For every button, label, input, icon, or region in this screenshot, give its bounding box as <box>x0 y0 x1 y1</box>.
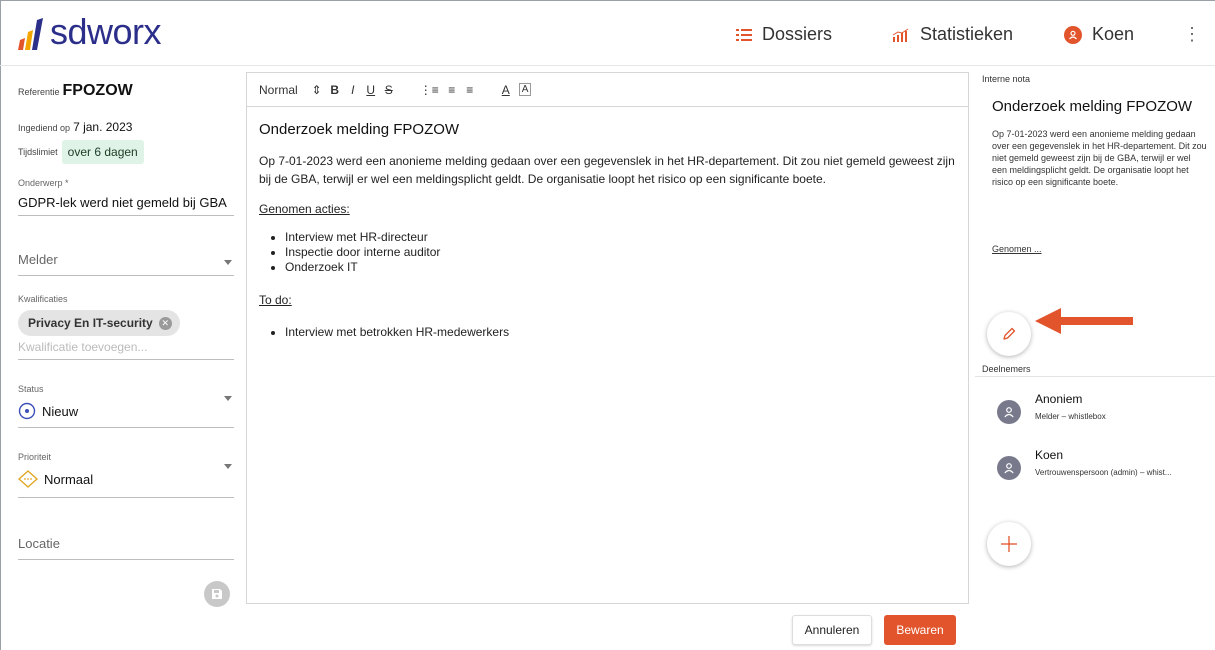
nav-dossiers-label: Dossiers <box>762 24 833 44</box>
reference-value: FPOZOW <box>62 82 133 99</box>
user-avatar-icon <box>1064 25 1082 44</box>
remove-tag-icon[interactable]: ✕ <box>158 316 172 330</box>
sidebar-panel: Interne nota Onderzoek melding FPOZOW Op… <box>975 66 1215 650</box>
participant-item[interactable]: Anoniem Melder – whistlebox <box>997 392 1106 424</box>
participant-item[interactable]: Koen Vertrouwenspersoon (admin) – whist.… <box>997 448 1172 480</box>
style-select[interactable]: Normal <box>259 83 298 97</box>
bold-button[interactable]: B <box>330 83 340 97</box>
status-value: Nieuw <box>42 403 79 419</box>
todo-list: Interview met betrokken HR-medewerkers <box>259 325 956 340</box>
status-select[interactable]: Status Nieuw <box>18 384 234 428</box>
arrow-left-icon <box>1035 308 1133 334</box>
qualification-input[interactable]: Kwalificatie toevoegen... <box>18 340 234 360</box>
subject-input[interactable]: GDPR-lek werd niet gemeld bij GBA <box>18 195 234 210</box>
submitted-label: Ingediend op <box>18 123 71 133</box>
pencil-icon <box>1003 327 1016 340</box>
align-button[interactable]: ≡ <box>465 83 475 97</box>
plus-icon <box>1001 536 1017 552</box>
underline-button[interactable]: U <box>366 83 376 97</box>
italic-button[interactable]: I <box>348 83 358 97</box>
reference-label: Referentie <box>18 87 60 97</box>
reporter-select[interactable]: Melder <box>18 252 234 276</box>
nav-dossiers[interactable]: Dossiers <box>736 24 832 45</box>
nav-statistieken-label: Statistieken <box>920 24 1014 44</box>
cancel-button[interactable]: Annuleren <box>792 615 872 645</box>
deadline: Tijdslimiet over 6 dagen <box>18 140 144 164</box>
edit-note-button[interactable] <box>987 312 1031 356</box>
qualifications-label: Kwalificaties <box>18 294 68 304</box>
editor-toolbar: Normal ⇕ B I U S ⋮≡ ≡ ≡ A A <box>247 73 968 107</box>
internal-note-label: Interne nota <box>982 74 1031 84</box>
list-item: Inspectie door interne auditor <box>285 245 956 260</box>
user-avatar-icon <box>997 456 1021 480</box>
todo-heading: To do: <box>259 293 292 307</box>
bullet-list-button[interactable]: ≡ <box>447 83 457 97</box>
document-title: Onderzoek melding FPOZOW <box>259 121 460 138</box>
add-participant-button[interactable] <box>987 522 1031 566</box>
actions-heading: Genomen acties: <box>259 202 350 216</box>
logo-text: sdworx <box>50 11 162 52</box>
reporter-label: Melder <box>18 252 58 267</box>
participant-name: Anoniem <box>1035 392 1083 406</box>
actions-list: Interview met HR-directeur Inspectie doo… <box>259 230 956 275</box>
participants-label: Deelnemers <box>982 364 1031 374</box>
divider <box>975 376 1215 377</box>
nav-user-label: Koen <box>1092 24 1135 44</box>
nav-statistieken[interactable]: Statistieken <box>892 24 1013 45</box>
more-menu-icon[interactable]: ⋮ <box>1183 24 1201 45</box>
list-item: Interview met betrokken HR-medewerkers <box>285 325 956 340</box>
ordered-list-button[interactable]: ⋮≡ <box>420 83 439 97</box>
nav-user[interactable]: Koen <box>1064 24 1134 45</box>
qualification-tag[interactable]: Privacy En IT-security ✕ <box>18 310 180 336</box>
chevron-down-icon[interactable] <box>224 464 232 469</box>
subject-field[interactable]: Onderwerp * GDPR-lek werd niet gemeld bi… <box>18 178 234 216</box>
participant-role: Melder – whistlebox <box>1035 412 1106 421</box>
rich-text-editor[interactable]: Normal ⇕ B I U S ⋮≡ ≡ ≡ A A Onderzoek me… <box>246 72 969 604</box>
reference: Referentie FPOZOW <box>18 82 133 100</box>
status-label: Status <box>18 384 44 394</box>
participant-role: Vertrouwenspersoon (admin) – whist... <box>1035 468 1172 477</box>
priority-select[interactable]: Prioriteit Normaal <box>18 452 234 498</box>
user-avatar-icon <box>997 400 1021 424</box>
location-field[interactable]: Locatie <box>18 536 234 560</box>
chevron-down-icon[interactable] <box>224 260 232 265</box>
editor-content[interactable]: Onderzoek melding FPOZOW Op 7-01-2023 we… <box>247 107 968 352</box>
internal-note-more-link[interactable]: Genomen ... <box>992 244 1042 254</box>
subject-label: Onderwerp * <box>18 178 69 188</box>
location-label: Locatie <box>18 536 60 551</box>
submitted-date: Ingediend op 7 jan. 2023 <box>18 120 132 134</box>
sdworx-logo[interactable]: sdworx <box>18 11 162 52</box>
qualification-tag-label: Privacy En IT-security <box>28 316 153 330</box>
internal-note-title: Onderzoek melding FPOZOW <box>992 98 1193 115</box>
list-icon <box>736 28 752 41</box>
chart-icon <box>892 28 909 42</box>
status-new-icon <box>18 402 36 420</box>
sdworx-logo-mark <box>18 18 43 50</box>
style-select-caret-icon[interactable]: ⇕ <box>312 83 322 97</box>
submitted-value: 7 jan. 2023 <box>73 120 133 134</box>
save-icon-button[interactable] <box>204 581 230 607</box>
strikethrough-button[interactable]: S <box>384 83 394 97</box>
participant-name: Koen <box>1035 448 1064 462</box>
chevron-down-icon[interactable] <box>224 396 232 401</box>
save-button[interactable]: Bewaren <box>884 615 956 645</box>
text-color-button[interactable]: A <box>501 83 511 97</box>
top-header: sdworx Dossiers Statistieken Koen ⋮ <box>0 0 1215 66</box>
background-color-button[interactable]: A <box>518 83 532 96</box>
priority-value: Normaal <box>44 471 94 487</box>
floppy-disk-icon <box>212 589 222 599</box>
list-item: Onderzoek IT <box>285 260 956 275</box>
priority-label: Prioriteit <box>18 452 52 462</box>
deadline-label: Tijdslimiet <box>18 147 58 157</box>
document-paragraph: Op 7-01-2023 werd een anonieme melding g… <box>259 154 955 186</box>
priority-normal-icon <box>18 470 38 488</box>
deadline-badge: over 6 dagen <box>61 140 144 164</box>
internal-note-body: Op 7-01-2023 werd een anonieme melding g… <box>992 129 1207 187</box>
case-details-panel: Referentie FPOZOW Ingediend op 7 jan. 20… <box>0 66 240 650</box>
list-item: Interview met HR-directeur <box>285 230 956 245</box>
